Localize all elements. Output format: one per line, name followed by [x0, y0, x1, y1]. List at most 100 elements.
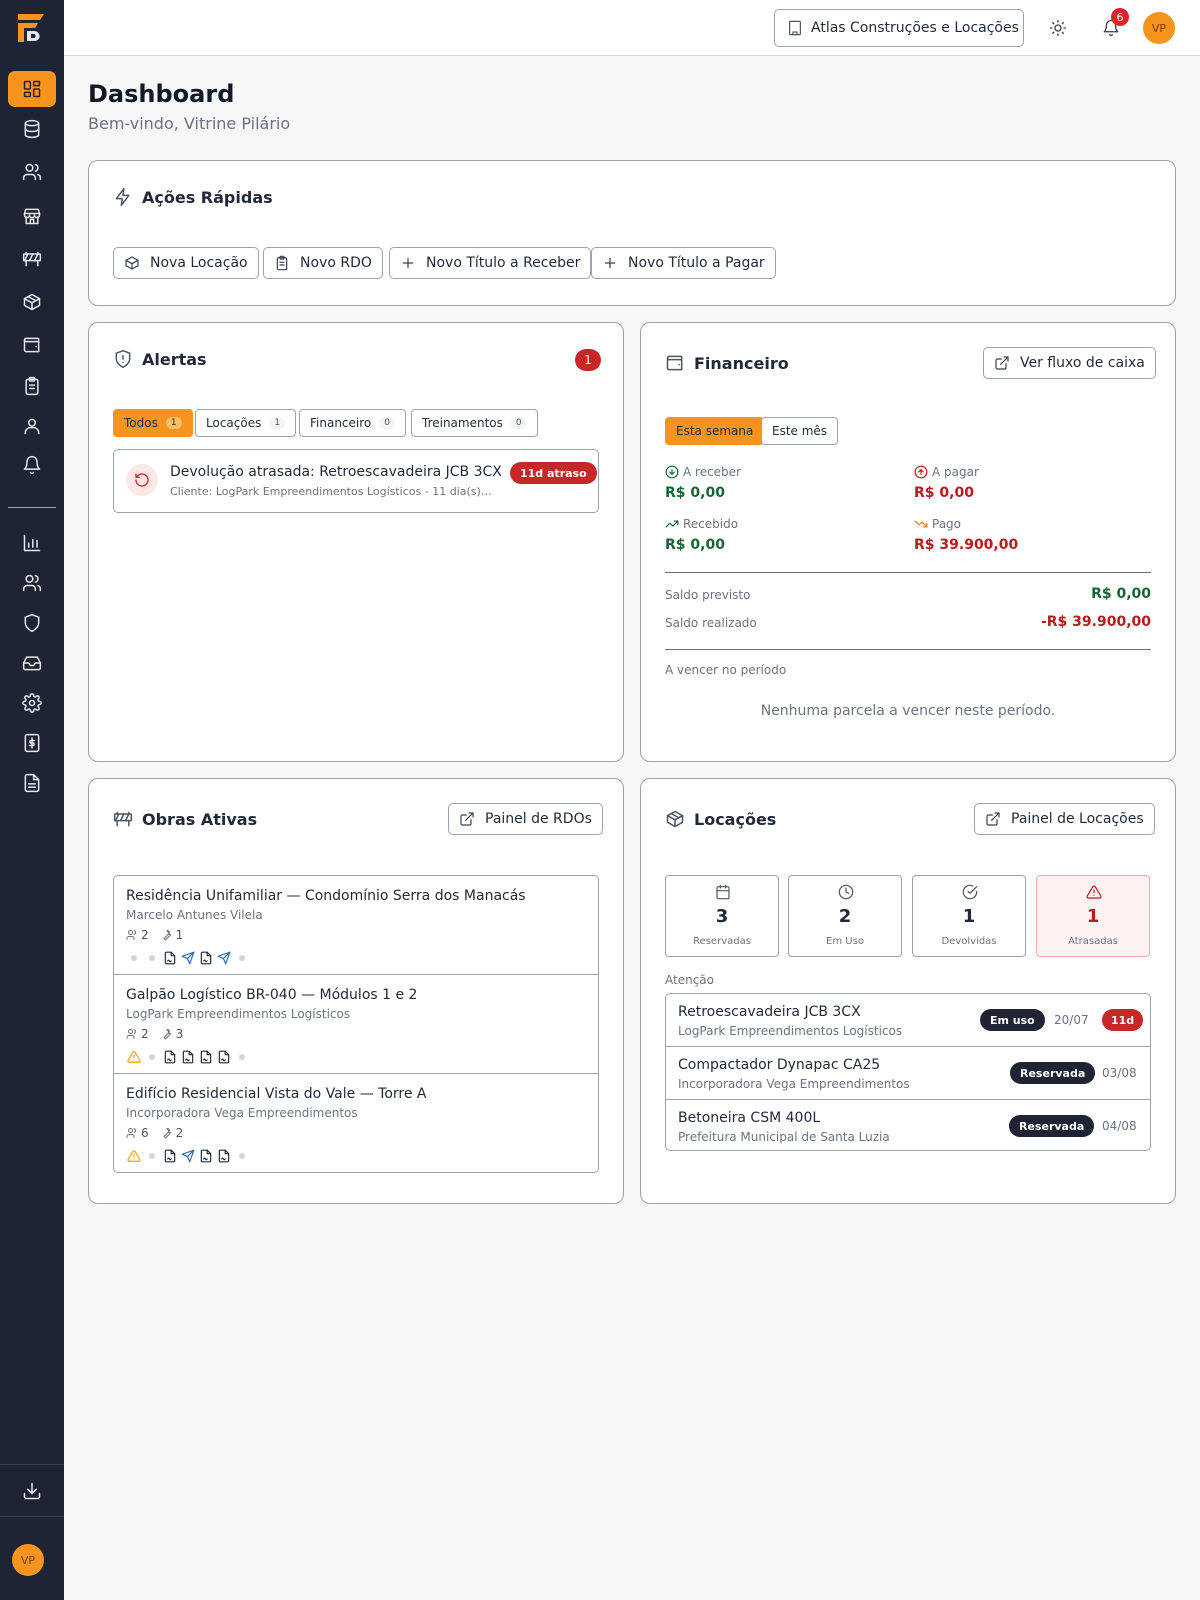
company-selector-button[interactable]: Atlas Construções e Locações	[774, 9, 1024, 47]
obra-row[interactable]: Galpão Logístico BR-040 — Módulos 1 e 2 …	[114, 975, 598, 1074]
inbox-icon	[22, 656, 42, 671]
nav-dashboard[interactable]	[8, 71, 56, 107]
filter-treinamentos[interactable]: Treinamentos 0	[411, 409, 538, 437]
rental-date: 03/08	[1102, 1066, 1137, 1080]
cash-flow-button[interactable]: Ver fluxo de caixa	[983, 347, 1156, 379]
stat-reservadas[interactable]: 3 Reservadas	[665, 875, 779, 957]
alerts-header: Alertas	[113, 349, 207, 369]
nav-profile[interactable]	[8, 408, 56, 444]
check-circle-icon	[962, 884, 978, 900]
filter-label: Todos	[124, 416, 158, 430]
filter-todos[interactable]: Todos 1	[113, 409, 193, 437]
nav-notifications[interactable]	[8, 447, 56, 483]
nav-database[interactable]	[8, 111, 56, 147]
recebido-label: Recebido	[665, 517, 738, 531]
nav-reports[interactable]	[8, 525, 56, 561]
nav-users[interactable]	[8, 154, 56, 190]
nav-financeiro[interactable]	[8, 327, 56, 363]
logo[interactable]	[14, 10, 50, 46]
new-payable-button[interactable]: Novo Título a Pagar	[591, 247, 776, 279]
package-icon	[23, 293, 41, 311]
theme-toggle-button[interactable]	[1047, 17, 1069, 39]
alerts-count-badge: 1	[575, 349, 601, 371]
rental-row[interactable]: Compactador Dynapac CA25 Incorporadora V…	[666, 1047, 1150, 1100]
users-icon	[126, 1128, 136, 1138]
nav-settings[interactable]	[8, 685, 56, 721]
button-label: Painel de RDOs	[485, 811, 592, 827]
nav-obras[interactable]	[8, 241, 56, 277]
saldo-realizado-label: Saldo realizado	[665, 616, 757, 630]
sidebar-avatar[interactable]: VP	[12, 1544, 44, 1576]
database-icon	[24, 119, 40, 139]
period-this-month[interactable]: Este mês	[761, 417, 839, 445]
alert-item[interactable]: Devolução atrasada: Retroescavadeira JCB…	[113, 449, 599, 513]
rental-row[interactable]: Retroescavadeira JCB 3CX LogPark Empreen…	[666, 994, 1150, 1047]
rental-late-badge: 11d	[1102, 1009, 1144, 1031]
send-icon	[181, 1149, 194, 1162]
nav-inbox[interactable]	[8, 645, 56, 681]
filter-count: 0	[379, 417, 395, 429]
button-label: Painel de Locações	[1011, 811, 1144, 827]
rental-row[interactable]: Betoneira CSM 400L Prefeitura Municipal …	[666, 1100, 1150, 1150]
tools-count: 2	[161, 1126, 183, 1140]
nav-rdo[interactable]	[8, 368, 56, 404]
saldo-realizado-value: -R$ 39.900,00	[1040, 614, 1151, 630]
new-receivable-button[interactable]: Novo Título a Receber	[389, 247, 592, 279]
rdo-status-track	[126, 1049, 249, 1064]
rental-title: Betoneira CSM 400L	[678, 1110, 821, 1126]
file-signature-icon	[162, 1049, 177, 1064]
rdo-panel-button[interactable]: Painel de RDOs	[448, 803, 603, 835]
period-this-week[interactable]: Esta semana	[665, 417, 765, 445]
rentals-panel-button[interactable]: Painel de Locações	[974, 803, 1155, 835]
user-avatar[interactable]: VP	[1143, 12, 1175, 44]
document-icon	[24, 773, 40, 793]
new-rental-button[interactable]: Nova Locação	[113, 247, 259, 279]
store-icon	[23, 208, 41, 225]
stat-value: 1	[1086, 906, 1100, 927]
stat-value: 1	[962, 906, 976, 927]
filter-label: Financeiro	[310, 416, 372, 430]
obra-row[interactable]: Edifício Residencial Vista do Vale — Tor…	[114, 1074, 598, 1172]
rental-client: Incorporadora Vega Empreendimentos	[678, 1077, 910, 1091]
obra-title: Residência Unifamiliar — Condomínio Serr…	[126, 888, 526, 904]
nav-billing[interactable]	[8, 725, 56, 761]
file-signature-icon	[198, 950, 213, 965]
filter-financeiro[interactable]: Financeiro 0	[299, 409, 406, 437]
rental-date: 20/07	[1054, 1013, 1089, 1027]
calendar-icon	[716, 884, 730, 900]
people-count: 2	[126, 928, 149, 942]
nav-documents[interactable]	[8, 765, 56, 801]
pago-label: Pago	[914, 517, 961, 531]
obra-meta: 6 2	[126, 1126, 183, 1140]
rental-status-badge: Em uso	[980, 1009, 1045, 1031]
building-icon	[789, 20, 801, 36]
nav-store[interactable]	[8, 198, 56, 234]
file-signature-icon	[216, 1148, 231, 1163]
saldo-previsto-value: R$ 0,00	[1091, 586, 1151, 602]
nav-locacoes[interactable]	[8, 284, 56, 320]
stat-em-uso[interactable]: 2 Em Uso	[788, 875, 902, 957]
obras-list: Residência Unifamiliar — Condomínio Serr…	[113, 875, 599, 1173]
obra-client: Incorporadora Vega Empreendimentos	[126, 1106, 358, 1120]
button-label: Novo Título a Receber	[426, 255, 581, 271]
team-icon	[22, 574, 42, 592]
filter-locacoes[interactable]: Locações 1	[195, 409, 297, 437]
obra-row[interactable]: Residência Unifamiliar — Condomínio Serr…	[114, 876, 598, 975]
new-rdo-button[interactable]: Novo RDO	[263, 247, 383, 279]
stat-devolvidas[interactable]: 1 Devolvidas	[912, 875, 1026, 957]
nav-download[interactable]	[8, 1473, 56, 1509]
wallet-icon	[666, 355, 683, 371]
a-receber-value: R$ 0,00	[665, 485, 725, 501]
nav-team[interactable]	[8, 565, 56, 601]
wallet-icon	[23, 337, 40, 353]
rental-title: Compactador Dynapac CA25	[678, 1057, 881, 1073]
arrow-down-circle-icon	[665, 465, 679, 479]
send-icon	[216, 950, 231, 965]
obra-meta: 2 3	[126, 1027, 183, 1041]
rdo-status-track	[126, 1148, 249, 1163]
package-icon	[666, 810, 684, 828]
empty-day-dot	[126, 950, 141, 965]
stat-atrasadas[interactable]: 1 Atrasadas	[1036, 875, 1150, 957]
alerts-card: Alertas 1 Todos 1 Locações 1 Financeiro …	[88, 322, 624, 762]
nav-security[interactable]	[8, 605, 56, 641]
